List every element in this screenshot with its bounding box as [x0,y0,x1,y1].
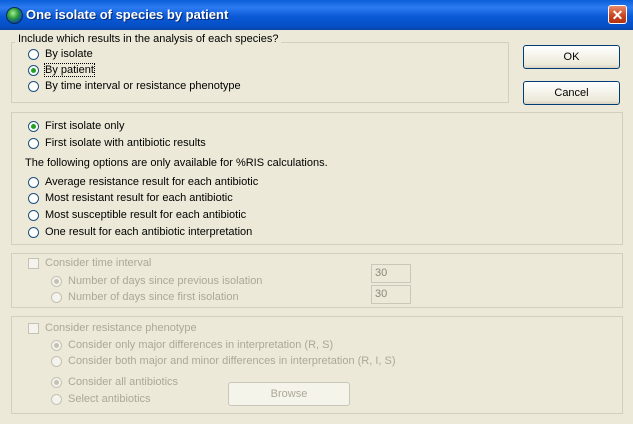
option-one-result-per-interpretation[interactable]: One result for each antibiotic interpret… [28,225,252,239]
checkbox[interactable] [28,322,39,334]
option-label: Select antibiotics [68,393,151,405]
radio-button[interactable] [28,209,39,221]
globe-icon [6,7,23,24]
radio-button[interactable] [28,176,39,188]
option-label: Most resistant result for each antibioti… [45,192,233,204]
option-major-differences[interactable]: Consider only major differences in inter… [51,338,333,352]
checkbox-label: Consider time interval [45,257,152,269]
option-most-susceptible[interactable]: Most susceptible result for each antibio… [28,208,246,222]
window-title: One isolate of species by patient [26,7,229,22]
radio-button[interactable] [51,355,62,367]
radio-button[interactable] [51,376,62,388]
option-by-isolate[interactable]: By isolate [28,47,93,61]
consider-resistance-phenotype-checkbox[interactable]: Consider resistance phenotype [28,321,197,335]
option-first-isolate-with-results[interactable]: First isolate with antibiotic results [28,136,206,150]
days-since-first-input[interactable]: 30 [371,285,411,304]
close-button[interactable]: ✕ [608,5,627,24]
checkbox[interactable] [28,257,39,269]
option-label: By isolate [45,48,93,60]
radio-button[interactable] [28,120,39,132]
option-label: Consider only major differences in inter… [68,339,334,351]
option-label: Consider all antibiotics [68,376,179,388]
radio-button[interactable] [28,48,39,60]
option-label: First isolate only [45,120,125,132]
radio-button[interactable] [28,137,39,149]
option-label: First isolate with antibiotic results [45,137,206,149]
browse-button[interactable]: Browse [228,382,350,406]
radio-button[interactable] [51,291,62,303]
option-label: Consider both major and minor difference… [68,355,396,367]
option-days-since-first[interactable]: Number of days since first isolation [51,290,239,304]
option-label: By patient [44,63,95,77]
radio-button[interactable] [28,226,39,238]
ris-note: The following options are only available… [25,157,328,169]
option-select-antibiotics[interactable]: Select antibiotics [51,392,151,406]
option-most-resistant[interactable]: Most resistant result for each antibioti… [28,191,233,205]
option-by-time-interval[interactable]: By time interval or resistance phenotype [28,79,241,93]
option-label: Average resistance result for each antib… [45,176,259,188]
radio-button[interactable] [28,80,39,92]
radio-button[interactable] [51,275,62,287]
option-label: Most susceptible result for each antibio… [45,209,247,221]
radio-button[interactable] [51,339,62,351]
option-label: Number of days since first isolation [68,291,239,303]
option-major-minor-differences[interactable]: Consider both major and minor difference… [51,354,396,368]
radio-button[interactable] [28,64,39,76]
option-average-resistance[interactable]: Average resistance result for each antib… [28,175,258,189]
consider-time-interval-checkbox[interactable]: Consider time interval [28,256,151,270]
days-since-previous-input[interactable]: 30 [371,264,411,283]
option-label: Number of days since previous isolation [68,275,263,287]
option-label: By time interval or resistance phenotype [45,80,241,92]
option-first-isolate-only[interactable]: First isolate only [28,119,124,133]
cancel-button[interactable]: Cancel [523,81,620,105]
include-results-legend: Include which results in the analysis of… [15,33,282,45]
option-all-antibiotics[interactable]: Consider all antibiotics [51,375,178,389]
radio-button[interactable] [28,192,39,204]
option-by-patient[interactable]: By patient [28,63,95,77]
title-bar: One isolate of species by patient ✕ [0,0,633,30]
option-days-since-previous[interactable]: Number of days since previous isolation [51,274,262,288]
checkbox-label: Consider resistance phenotype [45,322,197,334]
radio-button[interactable] [51,393,62,405]
ok-button[interactable]: OK [523,45,620,69]
option-label: One result for each antibiotic interpret… [45,226,253,238]
